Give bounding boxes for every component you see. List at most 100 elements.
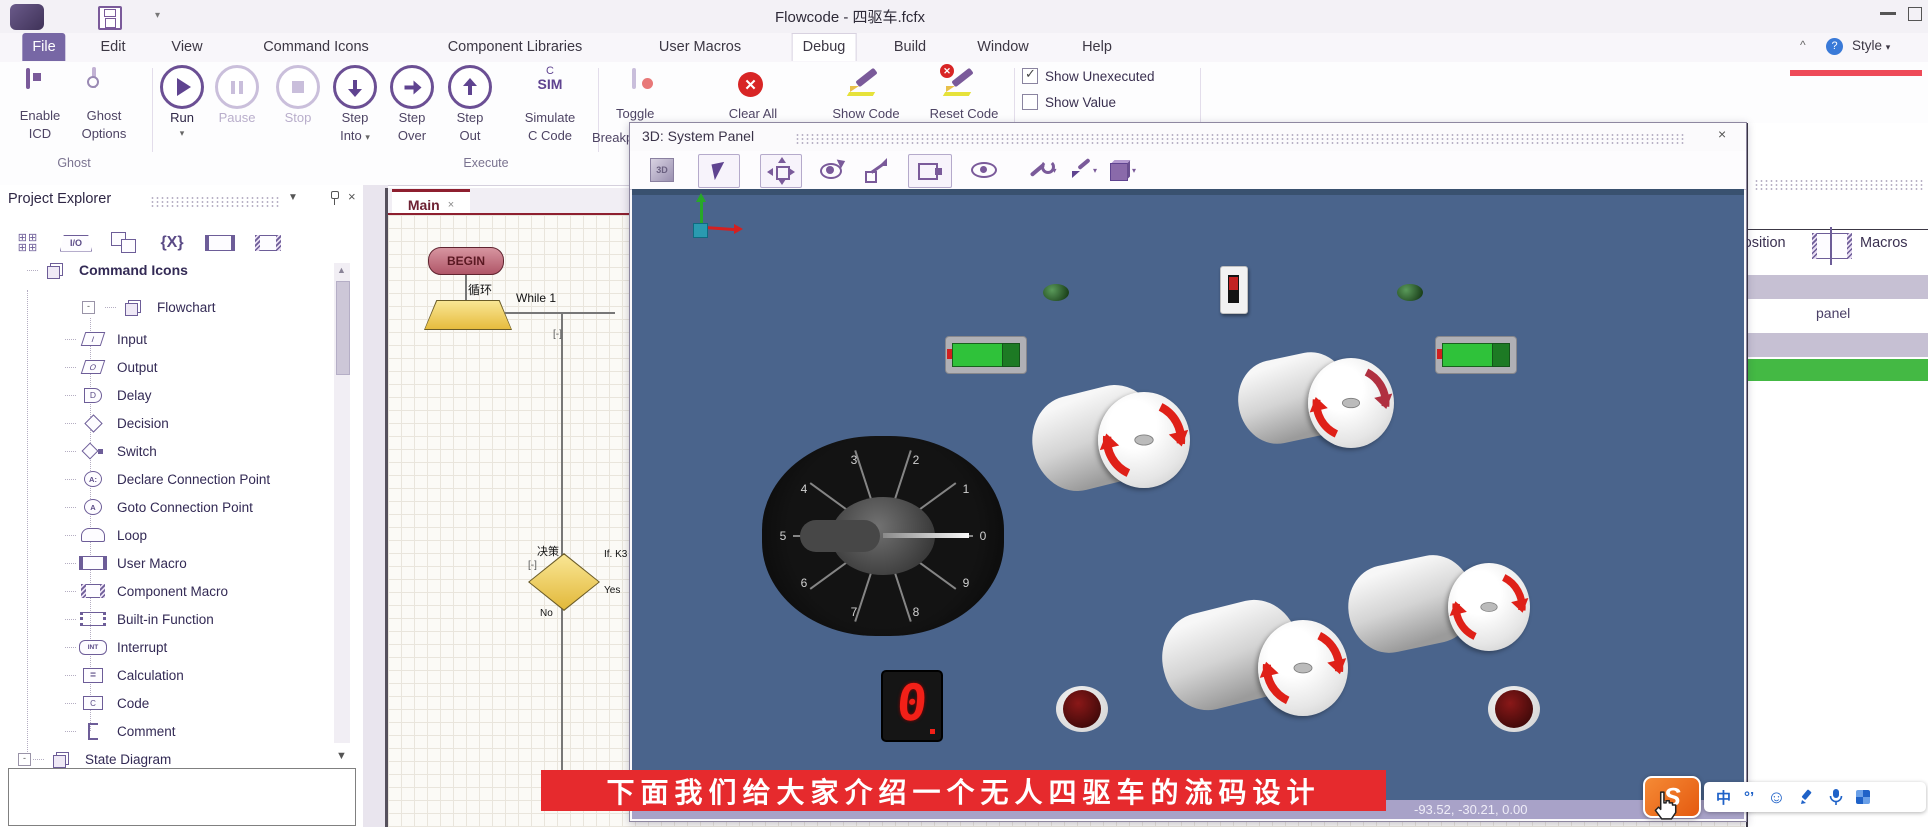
user-macro-button[interactable] <box>198 225 242 261</box>
microphone-icon[interactable] <box>1828 788 1843 806</box>
red-led[interactable] <box>1056 686 1108 732</box>
red-led[interactable] <box>1488 686 1540 732</box>
collapse-toggle[interactable]: [-] <box>553 329 562 340</box>
pin-icon[interactable] <box>327 191 338 205</box>
led-bargraph[interactable] <box>945 336 1027 374</box>
select-tool-button[interactable] <box>698 154 740 188</box>
motor[interactable] <box>1308 358 1394 448</box>
decision-node[interactable] <box>528 553 600 611</box>
menu-component-libraries[interactable]: Component Libraries <box>438 33 593 61</box>
collapse-toggle[interactable]: [-] <box>528 560 537 571</box>
3d-viewport[interactable]: 0 1 2 3 4 5 6 7 8 9 0 <box>632 189 1744 800</box>
paint-brush-button[interactable]: ▾ <box>1064 154 1104 186</box>
tree-item-delay[interactable]: DDelay <box>78 384 334 406</box>
tree-item-code[interactable]: CCode <box>78 692 334 714</box>
menu-edit[interactable]: Edit <box>91 33 136 61</box>
style-button[interactable]: Style ▾ <box>1852 38 1890 53</box>
tree-item-built-in-function[interactable]: Built-in Function <box>78 608 334 630</box>
handwriting-pencil-icon[interactable] <box>1799 789 1815 805</box>
step-into-button[interactable] <box>333 65 377 109</box>
collapse-expander[interactable]: - <box>82 301 95 314</box>
ime-punctuation-button[interactable]: °’ <box>1744 789 1754 806</box>
settings-wrench-button[interactable]: ▾ <box>1022 154 1062 186</box>
scroll-up-icon[interactable]: ▲ <box>337 265 346 275</box>
move-tool-button[interactable] <box>760 154 802 188</box>
menu-build[interactable]: Build <box>884 33 936 61</box>
led-bargraph[interactable] <box>1435 336 1517 374</box>
begin-node[interactable]: BEGIN <box>428 247 504 275</box>
3d-panel-title-bar[interactable]: 3D: System Panel × <box>630 123 1746 151</box>
collapse-ribbon-icon[interactable]: ^ <box>1800 38 1806 52</box>
tree-item-state-diagram[interactable]: State Diagram <box>46 748 302 770</box>
help-icon[interactable]: ? <box>1826 38 1843 55</box>
app-icon[interactable] <box>10 4 44 30</box>
windows-button[interactable] <box>102 225 146 261</box>
tree-root-command-icons[interactable]: Command Icons <box>40 259 296 281</box>
keyboard-grid-icon[interactable] <box>1856 790 1870 804</box>
close-tab-icon[interactable]: × <box>448 199 454 211</box>
region-tool-button[interactable] <box>908 154 952 188</box>
minimize-icon[interactable] <box>1880 12 1896 15</box>
tree-scrollbar[interactable]: ▲ <box>334 263 350 743</box>
collapse-expander[interactable]: - <box>18 753 31 766</box>
tree-item-switch[interactable]: Switch <box>78 440 334 462</box>
stop-button[interactable] <box>276 65 320 109</box>
tree-item-loop[interactable]: Loop <box>78 524 334 546</box>
scrollbar-thumb[interactable] <box>336 281 350 375</box>
visibility-button[interactable] <box>964 154 1004 186</box>
ime-language-button[interactable]: 中 <box>1716 787 1731 808</box>
toggle-breakpoint-button[interactable] <box>632 70 636 88</box>
quick-access-dropdown-icon[interactable]: ▾ <box>155 10 160 21</box>
close-icon[interactable]: × <box>1718 126 1726 142</box>
menu-view[interactable]: View <box>161 33 212 61</box>
show-value-checkbox[interactable]: ✓ Show Value <box>1022 94 1116 110</box>
solid-view-button[interactable]: ▾ <box>1102 154 1142 186</box>
motor[interactable] <box>1258 620 1348 716</box>
step-out-button[interactable] <box>448 65 492 109</box>
ghost-options-button[interactable] <box>92 69 96 87</box>
loop-start-node[interactable] <box>424 300 512 330</box>
save-icon[interactable] <box>98 6 122 30</box>
resize-tool-button[interactable] <box>856 154 896 186</box>
macros-tab-label[interactable]: Macros <box>1860 235 1908 251</box>
emoji-icon[interactable]: ☺ <box>1767 787 1785 808</box>
tree-item-output[interactable]: OOutput <box>78 356 334 378</box>
close-icon[interactable]: × <box>348 189 356 204</box>
menu-debug[interactable]: Debug <box>792 33 857 61</box>
step-over-button[interactable] <box>390 65 434 109</box>
tree-item-component-macro[interactable]: Component Macro <box>78 580 334 602</box>
variables-button[interactable]: {X} <box>150 225 194 261</box>
io-button[interactable]: I/O <box>54 225 98 261</box>
tree-item-calculation[interactable]: =Calculation <box>78 664 334 686</box>
rotate-tool-button[interactable] <box>810 154 850 186</box>
tree-item-comment[interactable]: Comment <box>78 720 334 742</box>
panel-menu-icon[interactable]: ▼ <box>288 192 298 203</box>
rotary-switch-knob[interactable] <box>831 497 935 575</box>
menu-window[interactable]: Window <box>967 33 1039 61</box>
tree-item-decision[interactable]: Decision <box>78 412 334 434</box>
run-dropdown-icon[interactable]: ▾ <box>180 128 185 139</box>
tree-item-interrupt[interactable]: INTInterrupt <box>78 636 334 658</box>
tree-item-input[interactable]: IInput <box>78 328 334 350</box>
clear-all-breakpoints-button[interactable]: ✕ <box>738 72 763 97</box>
menu-user-macros[interactable]: User Macros <box>649 33 751 61</box>
motor[interactable] <box>1448 563 1530 651</box>
pause-button[interactable] <box>215 65 259 109</box>
component-macro-button[interactable] <box>246 225 290 261</box>
seven-segment-display[interactable]: 0 <box>881 670 943 742</box>
icon-grid-button[interactable]: ⊞⊞⊞⊞ <box>6 225 50 261</box>
menu-help[interactable]: Help <box>1072 33 1122 61</box>
tree-item-declare-connection-point[interactable]: A:Declare Connection Point <box>78 468 334 490</box>
green-led[interactable] <box>1043 284 1069 301</box>
rotary-switch[interactable]: 0 1 2 3 4 5 6 7 8 9 <box>762 436 1004 636</box>
restore-icon[interactable] <box>1908 7 1922 21</box>
menu-command-icons[interactable]: Command Icons <box>253 33 379 61</box>
enable-icd-button[interactable] <box>26 70 30 88</box>
green-led[interactable] <box>1397 284 1423 301</box>
motor[interactable] <box>1098 392 1190 488</box>
scroll-down-icon[interactable]: ▼ <box>336 750 347 762</box>
panel-row-label[interactable]: panel <box>1816 305 1850 321</box>
slide-switch[interactable] <box>1220 266 1248 314</box>
tree-item-goto-connection-point[interactable]: AGoto Connection Point <box>78 496 334 518</box>
run-button[interactable] <box>160 65 204 109</box>
